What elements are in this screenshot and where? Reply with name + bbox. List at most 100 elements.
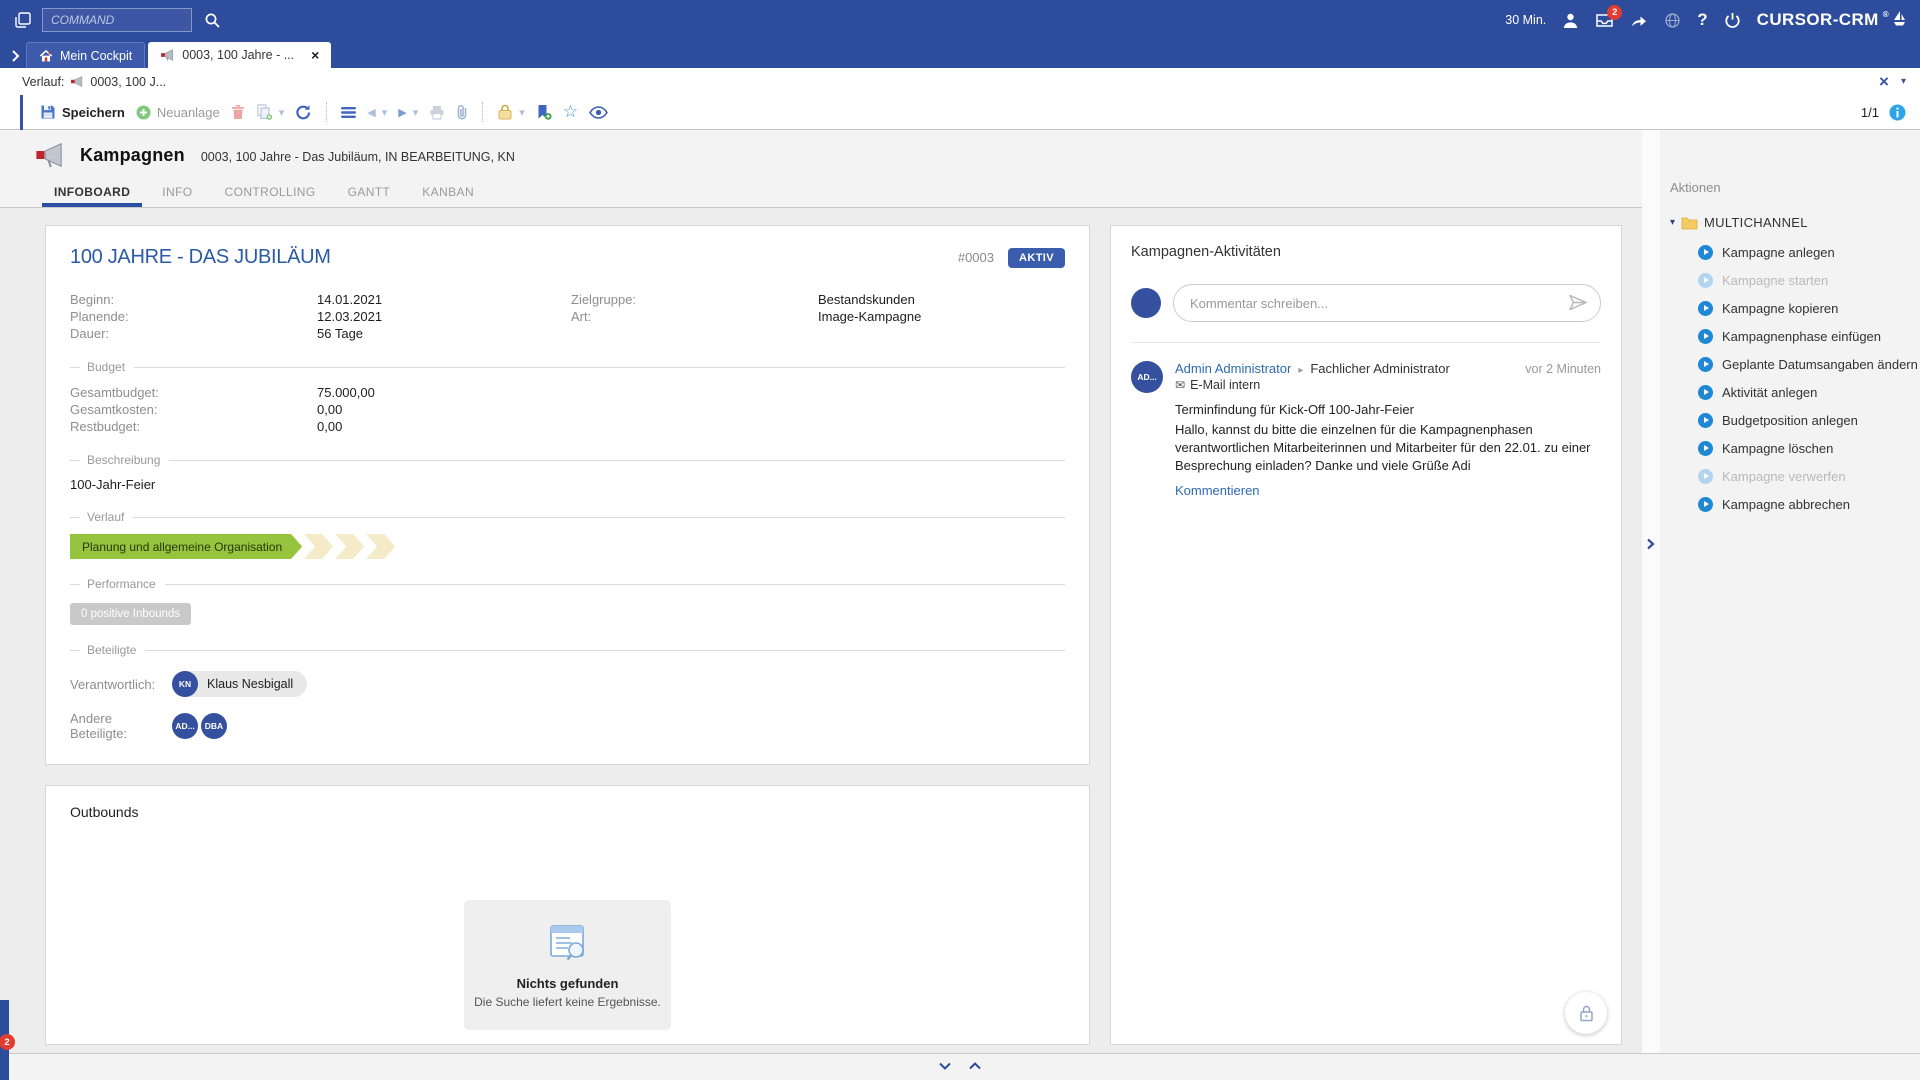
activity-author[interactable]: Admin Administrator (1175, 361, 1291, 376)
record-tab[interactable]: INFO (150, 185, 204, 207)
field-label: Beginn: (70, 291, 317, 308)
forward-icon[interactable] (1630, 13, 1648, 28)
comment-composer (1131, 284, 1601, 343)
globe-icon[interactable] (1664, 12, 1681, 29)
sidebar-splitter[interactable] (1642, 130, 1660, 1053)
send-icon[interactable] (1569, 295, 1587, 313)
prev-record-button[interactable]: ◀ ▾ (367, 106, 387, 119)
action-label: Geplante Datumsangaben ändern (1722, 357, 1918, 372)
avatar[interactable]: AD... (172, 713, 198, 739)
activity-body: Hallo, kannst du bitte die einzelnen für… (1175, 421, 1601, 475)
activity-item[interactable]: AD... Admin Administrator ▸ Fachlicher A… (1131, 361, 1601, 498)
refresh-button[interactable] (295, 104, 312, 121)
phase-upcoming[interactable] (304, 534, 333, 559)
field-label: Restbudget: (70, 418, 317, 435)
phase-current[interactable]: Planung und allgemeine Organisation (70, 534, 302, 559)
field-label: Gesamtbudget: (70, 384, 317, 401)
watch-button[interactable] (589, 106, 608, 119)
action-item[interactable]: Kampagne kopieren (1698, 294, 1920, 322)
section-budget: Budget (70, 360, 1065, 374)
phase-bar: Planung und allgemeine Organisation (70, 534, 1065, 559)
responsible-person[interactable]: KN Klaus Nesbigall (172, 671, 307, 697)
phase-upcoming[interactable] (335, 534, 364, 559)
minimized-panel-strip[interactable]: 2 (0, 1000, 9, 1080)
record-tab[interactable]: INFOBOARD (42, 185, 142, 207)
tab-mein-cockpit[interactable]: Mein Cockpit (26, 42, 145, 68)
collapse-sidebar-icon[interactable] (1646, 538, 1655, 553)
envelope-icon: ✉ (1175, 378, 1185, 392)
info-icon[interactable] (1889, 104, 1906, 121)
field-label: Zielgruppe: (571, 291, 818, 308)
topbar-right: 30 Min. 2 ? CURSOR-CRM® (1505, 10, 1906, 30)
action-item[interactable]: Kampagne starten (1698, 266, 1920, 294)
field-label: Verantwortlich: (70, 677, 172, 692)
play-icon (1698, 273, 1713, 288)
actions-panel: Aktionen ▾ MULTICHANNEL Kampagne anlegen… (1660, 130, 1920, 1053)
comment-link[interactable]: Kommentieren (1175, 483, 1601, 498)
lock-button[interactable]: ▾ (497, 104, 525, 120)
logout-icon[interactable] (1724, 12, 1741, 29)
command-input[interactable] (42, 8, 192, 32)
action-item[interactable]: Kampagne anlegen (1698, 238, 1920, 266)
tab-record-active[interactable]: 0003, 100 Jahre - ... × (148, 42, 331, 68)
windows-icon[interactable] (14, 11, 32, 29)
chevron-down-icon: ▾ (413, 106, 419, 119)
action-item[interactable]: Aktivität anlegen (1698, 378, 1920, 406)
expand-tabs-icon[interactable] (4, 50, 26, 62)
action-item[interactable]: Geplante Datumsangaben ändern (1698, 350, 1920, 378)
avatar: AD... (1131, 361, 1163, 393)
scroll-down-icon[interactable] (938, 1060, 952, 1075)
prev-icon: ◀ (367, 106, 375, 119)
inbox-icon[interactable]: 2 (1595, 12, 1614, 28)
delete-button[interactable] (231, 104, 245, 120)
chevron-down-icon: ▾ (279, 106, 285, 119)
copy-record-button[interactable]: ▾ (256, 104, 285, 120)
bookmark-add-button[interactable] (536, 104, 552, 121)
comment-input[interactable] (1173, 284, 1601, 322)
next-record-button[interactable]: ▶ ▾ (398, 106, 418, 119)
tab-close-icon[interactable]: × (311, 47, 319, 63)
avatar (1131, 288, 1161, 318)
action-item[interactable]: Kampagne löschen (1698, 434, 1920, 462)
trash-icon (231, 104, 245, 120)
record-tab[interactable]: KANBAN (410, 185, 486, 207)
print-button[interactable] (429, 105, 445, 120)
help-icon[interactable]: ? (1697, 10, 1707, 30)
action-label: Kampagne kopieren (1722, 301, 1838, 316)
field-value: Bestandskunden (818, 291, 915, 308)
record-tab[interactable]: CONTROLLING (213, 185, 328, 207)
field-value: 12.03.2021 (317, 308, 382, 325)
play-icon (1698, 385, 1713, 400)
field-label: Art: (571, 308, 818, 325)
empty-state: Nichts gefunden Die Suche liefert keine … (464, 900, 671, 1030)
save-button[interactable]: Speichern (40, 104, 125, 120)
action-item[interactable]: Kampagne abbrechen (1698, 490, 1920, 518)
megaphone-icon (34, 140, 66, 170)
action-label: Kampagne abbrechen (1722, 497, 1850, 512)
action-item[interactable]: Kampagne verwerfen (1698, 462, 1920, 490)
chevron-down-icon[interactable]: ▾ (1901, 76, 1906, 87)
menu-button[interactable] (341, 106, 356, 119)
avatar[interactable]: DBA (201, 713, 227, 739)
action-item[interactable]: Budgetposition anlegen (1698, 406, 1920, 434)
field-value: 14.01.2021 (317, 291, 382, 308)
scroll-up-icon[interactable] (968, 1060, 982, 1075)
history-item[interactable]: 0003, 100 J... (90, 75, 166, 89)
new-record-button[interactable]: Neuanlage (136, 105, 220, 120)
save-icon (40, 104, 56, 120)
empty-title: Nichts gefunden (517, 976, 619, 991)
folder-icon (1681, 216, 1698, 230)
phase-upcoming[interactable] (366, 534, 395, 559)
avatar: KN (172, 671, 198, 697)
attachment-button[interactable] (456, 104, 468, 121)
actions-group[interactable]: ▾ MULTICHANNEL (1670, 215, 1920, 230)
favorite-button[interactable]: ☆ (563, 102, 578, 122)
search-icon[interactable] (204, 12, 221, 29)
record-tab[interactable]: GANTT (336, 185, 403, 207)
chevron-down-icon: ▾ (519, 106, 525, 119)
close-view-icon[interactable]: × (1879, 72, 1889, 92)
field-label: Gesamtkosten: (70, 401, 317, 418)
action-item[interactable]: Kampagnenphase einfügen (1698, 322, 1920, 350)
user-icon[interactable] (1562, 12, 1579, 29)
lock-fab-button[interactable] (1565, 992, 1607, 1034)
